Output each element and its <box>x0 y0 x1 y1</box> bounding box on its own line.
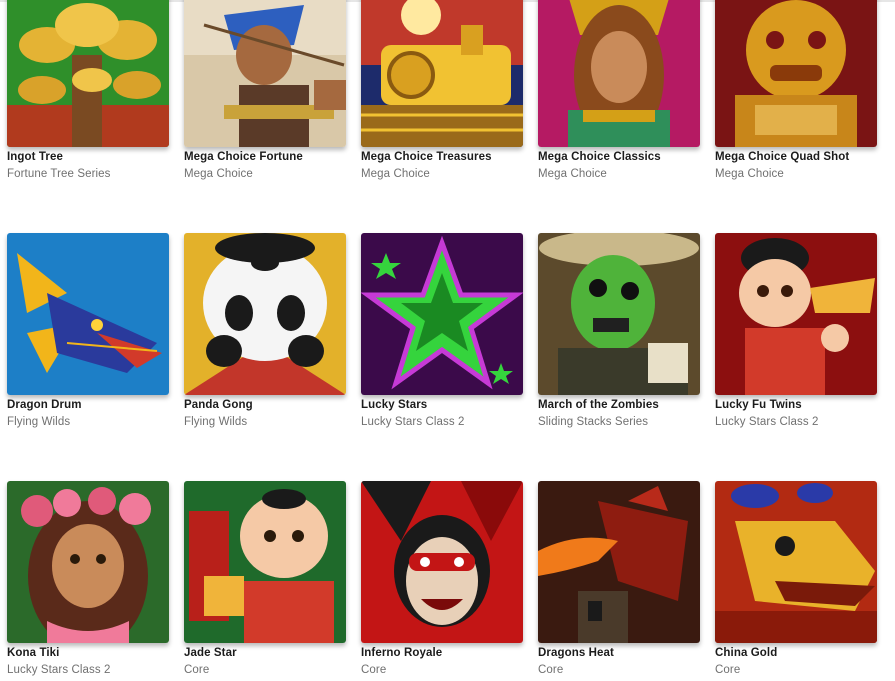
game-thumbnail[interactable] <box>184 233 346 395</box>
game-title[interactable]: Mega Choice Quad Shot <box>715 150 879 164</box>
game-series: Mega Choice <box>361 168 430 180</box>
panda-icon <box>184 233 346 395</box>
game-title[interactable]: Dragon Drum <box>7 398 171 412</box>
fu-child-icon <box>715 233 877 395</box>
game-series: Flying Wilds <box>7 416 71 428</box>
game-card[interactable]: Kona Tiki Lucky Stars Class 2 <box>7 481 171 677</box>
golden-train-icon <box>361 0 523 147</box>
pharaoh-archer-icon <box>184 0 346 147</box>
game-card[interactable]: Panda Gong Flying Wilds <box>184 233 348 429</box>
green-star-icon <box>361 233 523 395</box>
game-thumbnail[interactable] <box>715 233 877 395</box>
game-title[interactable]: Dragons Heat <box>538 646 702 660</box>
game-series: Lucky Stars Class 2 <box>361 416 465 428</box>
game-card[interactable]: March of the Zombies Sliding Stacks Seri… <box>538 233 702 429</box>
game-title[interactable]: Mega Choice Classics <box>538 150 702 164</box>
game-thumbnail[interactable] <box>361 0 523 147</box>
game-title[interactable]: Mega Choice Treasures <box>361 150 525 164</box>
game-series: Core <box>538 664 564 676</box>
game-title[interactable]: March of the Zombies <box>538 398 702 412</box>
game-title[interactable]: Inferno Royale <box>361 646 525 660</box>
game-series: Sliding Stacks Series <box>538 416 649 428</box>
game-card[interactable]: Inferno Royale Core <box>361 481 525 677</box>
game-card[interactable]: Lucky Stars Lucky Stars Class 2 <box>361 233 525 429</box>
game-card[interactable]: Jade Star Core <box>184 481 348 677</box>
game-series: Mega Choice <box>538 168 607 180</box>
game-thumbnail[interactable] <box>715 0 877 147</box>
game-thumbnail[interactable] <box>7 0 169 147</box>
game-thumbnail[interactable] <box>7 481 169 643</box>
game-card[interactable]: Mega Choice Quad Shot Mega Choice <box>715 0 879 181</box>
red-dragon-icon <box>538 481 700 643</box>
game-series: Fortune Tree Series <box>7 168 111 180</box>
game-title[interactable]: Lucky Stars <box>361 398 525 412</box>
zombie-icon <box>538 233 700 395</box>
game-card[interactable]: Dragons Heat Core <box>538 481 702 677</box>
game-title[interactable]: Lucky Fu Twins <box>715 398 879 412</box>
game-series: Core <box>361 664 387 676</box>
game-title[interactable]: Jade Star <box>184 646 348 660</box>
game-series: Lucky Stars Class 2 <box>715 416 819 428</box>
jade-child-icon <box>184 481 346 643</box>
goddess-portrait-icon <box>538 0 700 147</box>
game-series: Mega Choice <box>184 168 253 180</box>
game-thumbnail[interactable] <box>184 0 346 147</box>
game-card[interactable]: Mega Choice Classics Mega Choice <box>538 0 702 181</box>
game-series: Core <box>184 664 210 676</box>
game-series: Core <box>715 664 741 676</box>
game-series: Mega Choice <box>715 168 784 180</box>
game-thumbnail[interactable] <box>538 0 700 147</box>
game-title[interactable]: Kona Tiki <box>7 646 171 660</box>
game-title[interactable]: Panda Gong <box>184 398 348 412</box>
game-thumbnail[interactable] <box>538 481 700 643</box>
game-card[interactable]: Mega Choice Fortune Mega Choice <box>184 0 348 181</box>
game-card[interactable]: Mega Choice Treasures Mega Choice <box>361 0 525 181</box>
game-thumbnail[interactable] <box>184 481 346 643</box>
game-series: Flying Wilds <box>184 416 248 428</box>
game-series: Lucky Stars Class 2 <box>7 664 111 676</box>
game-thumbnail[interactable] <box>361 233 523 395</box>
game-thumbnail[interactable] <box>715 481 877 643</box>
hula-girl-icon <box>7 481 169 643</box>
game-card[interactable]: China Gold Core <box>715 481 879 677</box>
game-card[interactable]: Lucky Fu Twins Lucky Stars Class 2 <box>715 233 879 429</box>
game-grid: Ingot Tree Fortune Tree Series Mega Choi… <box>0 0 895 681</box>
game-title[interactable]: Ingot Tree <box>7 150 171 164</box>
game-title[interactable]: China Gold <box>715 646 879 660</box>
game-title[interactable]: Mega Choice Fortune <box>184 150 348 164</box>
game-card[interactable]: Dragon Drum Flying Wilds <box>7 233 171 429</box>
golden-foo-dog-icon <box>715 0 877 147</box>
chinese-dragon-icon <box>715 481 877 643</box>
blue-dragon-icon <box>7 233 169 395</box>
game-thumbnail[interactable] <box>538 233 700 395</box>
golden-ingot-tree-icon <box>7 0 169 147</box>
game-thumbnail[interactable] <box>7 233 169 395</box>
game-thumbnail[interactable] <box>361 481 523 643</box>
game-card[interactable]: Ingot Tree Fortune Tree Series <box>7 0 171 181</box>
jester-devil-icon <box>361 481 523 643</box>
